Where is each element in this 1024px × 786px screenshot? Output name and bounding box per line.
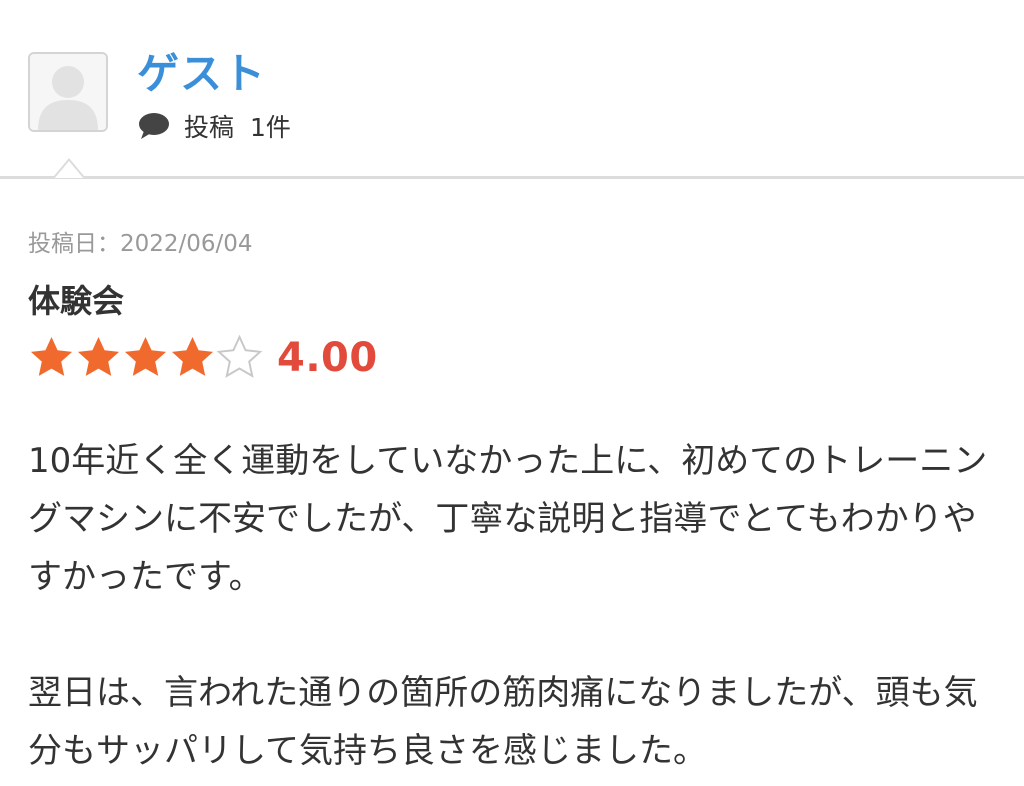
post-date: 投稿日：2022/06/04 bbox=[28, 231, 253, 257]
star-filled-icon bbox=[75, 334, 122, 381]
star-filled-icon bbox=[169, 334, 216, 381]
post-count-value: 1件 bbox=[250, 113, 291, 142]
star-filled-icon bbox=[122, 334, 169, 381]
post-count-label: 投稿 bbox=[184, 113, 235, 142]
review-card: ゲスト 投稿 1件 投稿日：2022/06/04 体験会 4.00 10年近く全… bbox=[0, 0, 1024, 786]
divider bbox=[0, 176, 1024, 179]
rating-value: 4.00 bbox=[277, 334, 378, 381]
star-rating: 4.00 bbox=[28, 334, 378, 381]
post-count: 投稿 1件 bbox=[138, 108, 291, 144]
review-body: 10年近く全く運動をしていなかった上に、初めてのトレーニングマシンに不安でしたが… bbox=[28, 432, 988, 780]
default-user-icon bbox=[30, 54, 106, 130]
review-title: 体験会 bbox=[28, 282, 125, 320]
reviewer-name-link[interactable]: ゲスト bbox=[137, 40, 266, 101]
review-paragraph: 翌日は、言われた通りの箇所の筋肉痛になりましたが、頭も気分もサッパリして気持ち良… bbox=[28, 673, 978, 771]
stars bbox=[28, 334, 263, 381]
divider-notch bbox=[54, 157, 84, 179]
star-empty-icon bbox=[216, 334, 263, 381]
avatar[interactable] bbox=[28, 52, 108, 132]
review-paragraph: 10年近く全く運動をしていなかった上に、初めてのトレーニングマシンに不安でしたが… bbox=[28, 441, 988, 597]
speech-bubble-icon bbox=[138, 112, 170, 140]
reviewer-header: ゲスト 投稿 1件 bbox=[0, 0, 1024, 178]
star-filled-icon bbox=[28, 334, 75, 381]
